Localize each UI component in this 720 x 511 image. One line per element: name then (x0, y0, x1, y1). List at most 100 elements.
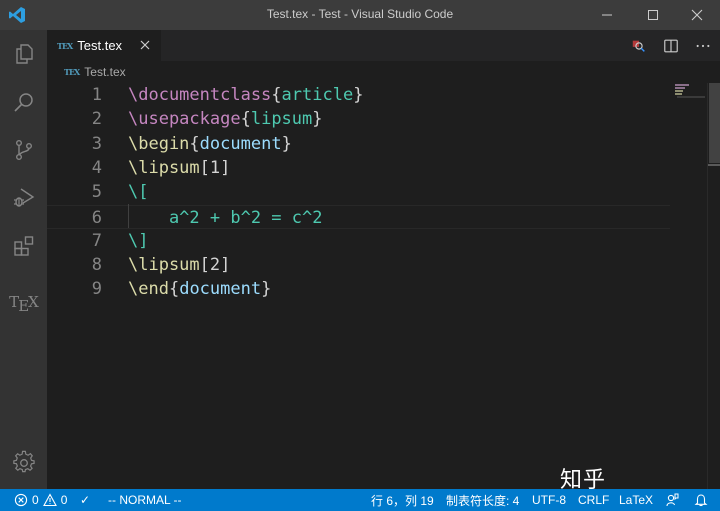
code-token: lipsum (250, 109, 313, 130)
code-token: \lipsum (128, 255, 200, 276)
code-line[interactable]: 2 \usepackage{lipsum} (47, 107, 670, 131)
code-token: } (353, 85, 364, 105)
line-content: \usepackage{lipsum} (128, 107, 323, 131)
code-line[interactable]: 7 \] (47, 229, 670, 253)
eol-label: CRLF (578, 493, 610, 507)
code-token: a^2 + b^2 = c^2 (128, 207, 323, 228)
line-content: \begin{document} (128, 132, 292, 156)
code-token: { (240, 109, 251, 130)
encoding[interactable]: UTF-8 (532, 489, 566, 511)
line-number: 5 (91, 182, 102, 203)
code-token: } (281, 133, 292, 154)
code-line[interactable]: 8 \lipsum[2] (47, 253, 670, 277)
extensions-icon (13, 236, 33, 256)
language-mode[interactable]: LaTeX (619, 489, 653, 511)
error-icon (14, 493, 28, 507)
maximize-button[interactable] (630, 0, 676, 30)
code-token: [1] (199, 157, 231, 178)
code-token: { (271, 85, 282, 105)
line-number: 3 (91, 133, 102, 154)
encoding-label: UTF-8 (532, 493, 566, 507)
preview-search-button[interactable] (630, 37, 648, 55)
indent-guide (128, 204, 129, 228)
tex-icon: TEX (9, 293, 39, 315)
code-token: \begin (128, 133, 190, 154)
feedback-button[interactable] (665, 489, 679, 511)
preview-search-icon (632, 40, 645, 52)
code-token: } (312, 109, 323, 130)
line-number: 7 (91, 230, 102, 251)
build-status[interactable]: ✓ (80, 489, 90, 511)
warning-icon (42, 493, 57, 507)
activity-manage[interactable] (0, 438, 47, 486)
line-content: \end{document} (128, 277, 271, 301)
minimize-icon (602, 14, 612, 16)
close-window-button[interactable] (674, 0, 720, 30)
cursor-position[interactable]: 行 6，列 19 (371, 489, 434, 511)
bell-icon (694, 494, 708, 507)
code-line[interactable]: 5 \[ (47, 180, 670, 204)
line-number: 8 (91, 255, 102, 276)
more-actions-button[interactable] (694, 37, 712, 55)
line-content: \documentclass{article} (128, 83, 363, 107)
activity-latex[interactable]: TEX (0, 278, 47, 326)
warning-count: 0 (60, 493, 68, 507)
problems-indicator[interactable]: 0 0 (14, 489, 67, 511)
activity-search[interactable] (0, 78, 47, 126)
code-token: article (281, 85, 354, 105)
minimap[interactable] (675, 83, 707, 103)
notifications-button[interactable] (694, 489, 708, 511)
activity-extensions[interactable] (0, 222, 47, 270)
activity-explorer[interactable] (0, 30, 47, 78)
code-line[interactable]: 6 a^2 + b^2 = c^2 (47, 204, 670, 229)
editor-tabs: TEX Test.tex (47, 30, 720, 61)
activity-run-debug[interactable] (0, 174, 47, 222)
line-content: \[ (128, 180, 148, 204)
title-bar: Test.tex - Test - Visual Studio Code (0, 0, 720, 30)
code-token: } (261, 279, 272, 300)
code-token: document (179, 279, 262, 300)
tex-file-icon: TEX (57, 40, 73, 51)
scrollbar-thumb[interactable] (709, 83, 720, 163)
indentation[interactable]: 制表符长度: 4 (446, 489, 519, 511)
source-control-icon (15, 140, 32, 161)
code-line[interactable]: 4 \lipsum[1] (47, 156, 670, 180)
code-token: \lipsum (128, 157, 200, 178)
more-actions-icon (696, 44, 710, 47)
gear-icon (12, 450, 35, 473)
tab-test-tex[interactable]: TEX Test.tex (47, 30, 161, 61)
vertical-scrollbar[interactable] (707, 83, 720, 489)
code-line[interactable]: 1 \documentclass{article} (47, 83, 670, 107)
search-icon (13, 93, 33, 112)
language-label: LaTeX (619, 493, 654, 507)
code-editor[interactable]: 1 \documentclass{article} 2 \usepackage{lip… (47, 83, 720, 489)
code-line[interactable]: 9 \end{document} (47, 277, 670, 301)
split-editor-icon (664, 39, 678, 52)
code-token: \usepackage (128, 109, 241, 130)
error-count: 0 (32, 493, 39, 507)
indentation-label: 制表符长度: 4 (446, 493, 520, 508)
split-editor-button[interactable] (662, 37, 680, 55)
breadcrumb-file[interactable]: Test.tex (84, 65, 125, 79)
line-number: 4 (91, 157, 102, 178)
line-number: 6 (91, 207, 102, 228)
line-content: \] (128, 229, 148, 253)
cursor-position-label: 行 6，列 19 (371, 493, 434, 508)
check-icon: ✓ (80, 493, 91, 507)
tex-file-icon: TEX (64, 67, 80, 77)
close-tab-icon[interactable] (139, 39, 151, 51)
line-number: 9 (91, 279, 102, 300)
status-bar: 0 0 ✓ -- NORMAL -- 行 6，列 19 制表符长度: 4 UTF… (0, 489, 720, 511)
code-token: { (189, 133, 200, 154)
line-number: 1 (91, 85, 102, 105)
run-debug-icon (13, 188, 34, 207)
vim-mode: -- NORMAL -- (108, 489, 182, 511)
end-of-line[interactable]: CRLF (578, 489, 609, 511)
minimize-button[interactable] (584, 0, 630, 30)
vim-mode-label: -- NORMAL -- (108, 493, 182, 507)
activity-bar: TEX (0, 30, 47, 489)
code-token: \documentclass (128, 85, 272, 105)
code-token: [2] (199, 255, 231, 276)
activity-source-control[interactable] (0, 126, 47, 174)
code-line[interactable]: 3 \begin{document} (47, 132, 670, 156)
